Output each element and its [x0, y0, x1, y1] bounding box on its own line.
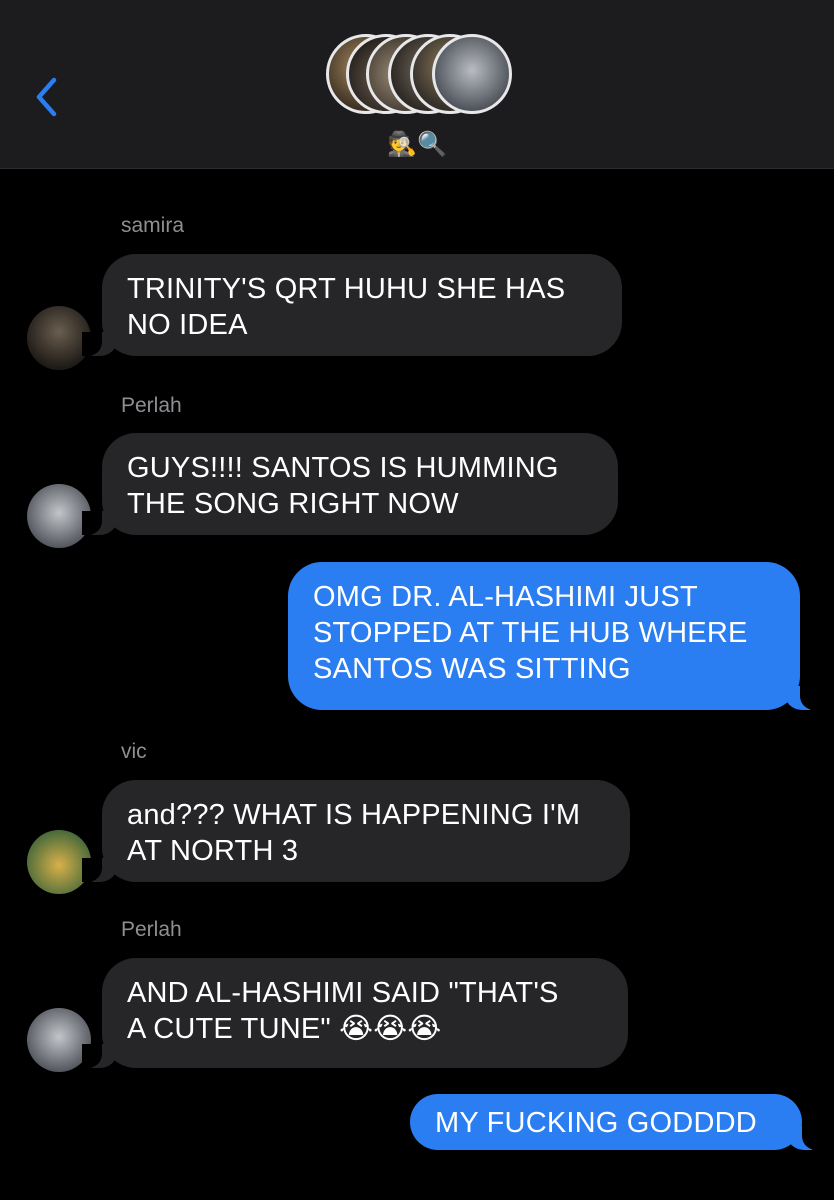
message-bubble[interactable]: TRINITY'S QRT HUHU SHE HAS NO IDEA	[82, 254, 622, 356]
message-line: STOPPED AT THE HUB WHERE	[313, 617, 748, 649]
message-bubble[interactable]: MY FUCKING GODDDD	[410, 1094, 822, 1150]
sender-name: samira	[121, 214, 185, 237]
sender-name: vic	[121, 740, 147, 763]
back-button[interactable]	[30, 74, 70, 120]
message-line: SANTOS WAS SITTING	[313, 653, 631, 685]
sender-name: Perlah	[121, 394, 182, 417]
message-line: NO IDEA	[127, 309, 248, 341]
message-line: THE SONG RIGHT NOW	[127, 488, 459, 520]
sender-name: Perlah	[121, 918, 182, 941]
bubble-tail	[786, 1126, 822, 1150]
conversation-header: 🕵️🔍	[0, 0, 834, 169]
group-name[interactable]: 🕵️🔍	[0, 130, 834, 160]
bubble-tail	[82, 332, 118, 356]
message-line: A CUTE TUNE" 😭😭😭	[127, 1013, 442, 1045]
message-line: and??? WHAT IS HAPPENING I'M	[127, 799, 581, 831]
message-line: AT NORTH 3	[127, 835, 299, 867]
group-avatar-stack[interactable]	[326, 34, 516, 118]
bubble-tail	[82, 858, 118, 882]
message-line: AND AL-HASHIMI SAID "THAT'S	[127, 977, 559, 1009]
message-bubble[interactable]: AND AL-HASHIMI SAID "THAT'S A CUTE TUNE"…	[82, 958, 628, 1068]
message-line: TRINITY'S QRT HUHU SHE HAS	[127, 273, 566, 305]
message-line: MY FUCKING GODDDD	[435, 1107, 757, 1139]
message-line: OMG DR. AL-HASHIMI JUST	[313, 581, 698, 613]
member-avatar	[432, 34, 512, 114]
message-bubble[interactable]: OMG DR. AL-HASHIMI JUST STOPPED AT THE H…	[288, 562, 820, 710]
message-bubble[interactable]: GUYS!!!! SANTOS IS HUMMING THE SONG RIGH…	[82, 433, 618, 535]
message-bubble[interactable]: and??? WHAT IS HAPPENING I'M AT NORTH 3	[82, 780, 630, 882]
message-line: GUYS!!!! SANTOS IS HUMMING	[127, 452, 559, 484]
bubble-tail	[82, 511, 118, 535]
chevron-left-icon	[36, 77, 57, 117]
bubble-tail	[784, 686, 820, 710]
bubble-tail	[82, 1044, 118, 1068]
